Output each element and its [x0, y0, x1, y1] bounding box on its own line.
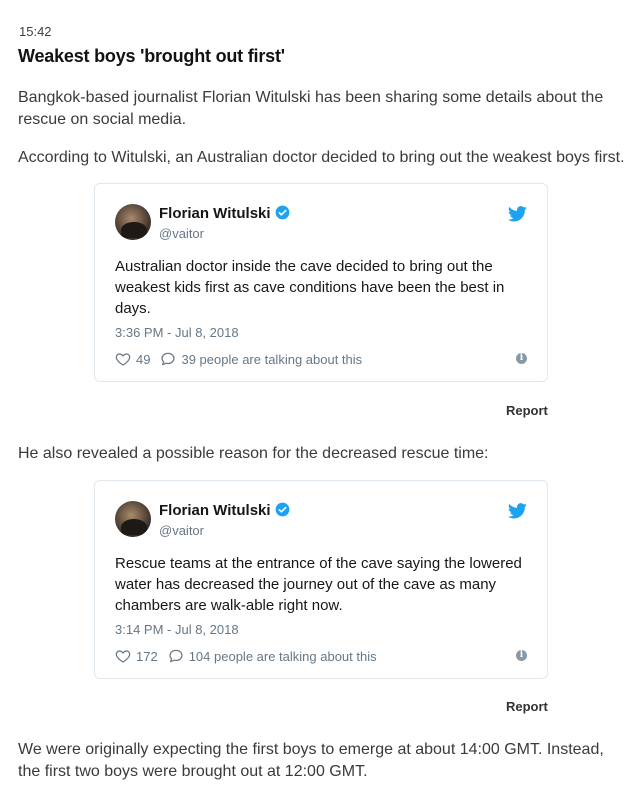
tweet-author[interactable]: Florian Witulski: [159, 205, 290, 222]
talking-count: 39 people are talking about this: [181, 351, 363, 367]
report-link[interactable]: Report: [506, 403, 548, 418]
tweet-actions: 172 104 people are talking about this: [115, 648, 387, 664]
paragraph-3: He also revealed a possible reason for t…: [18, 445, 489, 462]
tweet-handle[interactable]: @vaitor: [159, 523, 204, 538]
like-button[interactable]: 172: [115, 648, 158, 664]
heart-icon: [115, 353, 131, 366]
tweet-text: Australian doctor inside the cave decide…: [115, 258, 505, 317]
twitter-bird-icon[interactable]: [508, 206, 527, 222]
verified-badge-icon: [275, 502, 289, 517]
speech-bubble-icon: [169, 649, 183, 663]
speech-bubble-icon: [161, 352, 176, 366]
tweet-text: Rescue teams at the entrance of the cave…: [115, 555, 522, 614]
headline: Weakest boys 'brought out first': [18, 46, 285, 66]
embedded-tweet[interactable]: Florian Witulski @vaitor Australian doct…: [94, 183, 548, 382]
like-count: 49: [136, 351, 151, 367]
paragraph-1: Bangkok-based journalist Florian Witulsk…: [18, 89, 604, 128]
heart-icon: [115, 650, 131, 663]
like-count: 172: [136, 648, 158, 664]
tweet-handle[interactable]: @vaitor: [159, 226, 204, 241]
talking-count: 104 people are talking about this: [188, 648, 377, 664]
tweet-author[interactable]: Florian Witulski: [159, 502, 290, 519]
paragraph-2: According to Witulski, an Australian doc…: [18, 149, 625, 166]
timestamp: 15:42: [19, 24, 52, 39]
tweet-actions: 49 39 people are talking about this: [115, 351, 372, 367]
like-button[interactable]: 49: [115, 351, 150, 367]
info-icon[interactable]: i: [516, 353, 527, 364]
conversation-link[interactable]: 104 people are talking about this: [168, 648, 377, 664]
author-name[interactable]: Florian Witulski: [159, 502, 271, 519]
embedded-tweet[interactable]: Florian Witulski @vaitor Rescue teams at…: [94, 480, 548, 679]
verified-badge-icon: [275, 205, 289, 220]
tweet-date[interactable]: 3:36 PM - Jul 8, 2018: [115, 325, 239, 340]
report-link[interactable]: Report: [506, 699, 548, 714]
twitter-bird-icon[interactable]: [508, 503, 527, 519]
author-name[interactable]: Florian Witulski: [159, 205, 271, 222]
avatar[interactable]: [115, 204, 151, 240]
avatar[interactable]: [115, 501, 151, 537]
conversation-link[interactable]: 39 people are talking about this: [160, 351, 362, 367]
tweet-date[interactable]: 3:14 PM - Jul 8, 2018: [115, 622, 239, 637]
info-icon[interactable]: i: [516, 650, 527, 661]
paragraph-4: We were originally expecting the first b…: [18, 741, 604, 780]
